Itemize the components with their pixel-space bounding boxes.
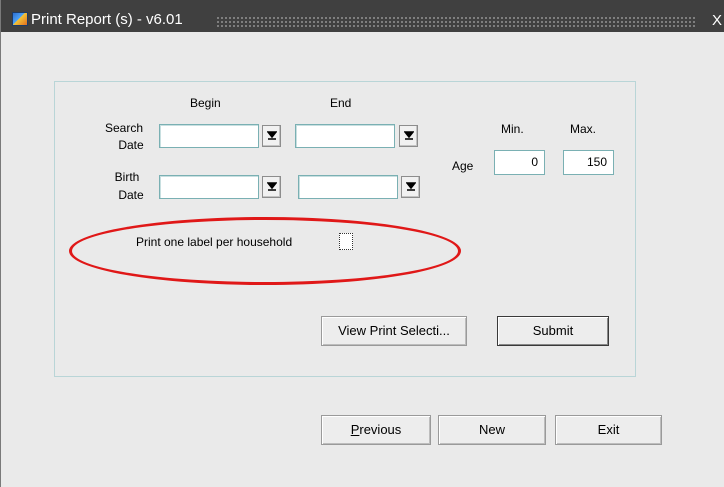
search-date-end-field[interactable]: [295, 124, 395, 148]
title-bar-pattern: [216, 16, 696, 27]
window-title: Print Report (s) - v6.01: [31, 11, 183, 28]
household-label: Print one label per household: [136, 235, 293, 249]
search-end-dropdown-button[interactable]: [399, 125, 418, 147]
age-max-header: Max.: [570, 122, 597, 136]
age-min-field[interactable]: 0: [494, 150, 545, 175]
new-button[interactable]: New: [438, 415, 546, 445]
begin-header: Begin: [190, 96, 221, 110]
birth-date-begin-field[interactable]: [159, 175, 259, 199]
view-print-selection-button[interactable]: View Print Selecti...: [321, 316, 467, 346]
birth-date-label-line1: Birth: [114, 170, 140, 184]
age-min-header: Min.: [501, 122, 524, 136]
birth-date-label-line2: Date: [118, 188, 144, 202]
print-report-window: Print Report (s) - v6.01 X Begin End Sea…: [0, 0, 724, 487]
title-bar: Print Report (s) - v6.01 X: [1, 0, 724, 32]
birth-begin-dropdown-button[interactable]: [262, 176, 281, 198]
birth-end-dropdown-button[interactable]: [401, 176, 420, 198]
app-logo-icon: [12, 12, 28, 26]
dropdown-arrow-icon: [404, 131, 414, 140]
age-label: Age: [452, 159, 474, 173]
dropdown-arrow-icon: [406, 182, 416, 191]
end-header: End: [330, 96, 352, 110]
exit-button[interactable]: Exit: [555, 415, 662, 445]
household-checkbox[interactable]: [339, 233, 353, 250]
search-date-label-line2: Date: [118, 138, 144, 152]
birth-date-end-field[interactable]: [298, 175, 398, 199]
close-icon[interactable]: X: [712, 12, 722, 29]
submit-button[interactable]: Submit: [497, 316, 609, 346]
previous-label: revious: [359, 422, 402, 437]
age-max-field[interactable]: 150: [563, 150, 614, 175]
dropdown-arrow-icon: [267, 131, 277, 140]
previous-button[interactable]: Previous: [321, 415, 431, 445]
dropdown-arrow-icon: [267, 182, 277, 191]
search-date-label-line1: Search: [104, 121, 144, 135]
search-begin-dropdown-button[interactable]: [262, 125, 281, 147]
search-date-begin-field[interactable]: [159, 124, 259, 148]
